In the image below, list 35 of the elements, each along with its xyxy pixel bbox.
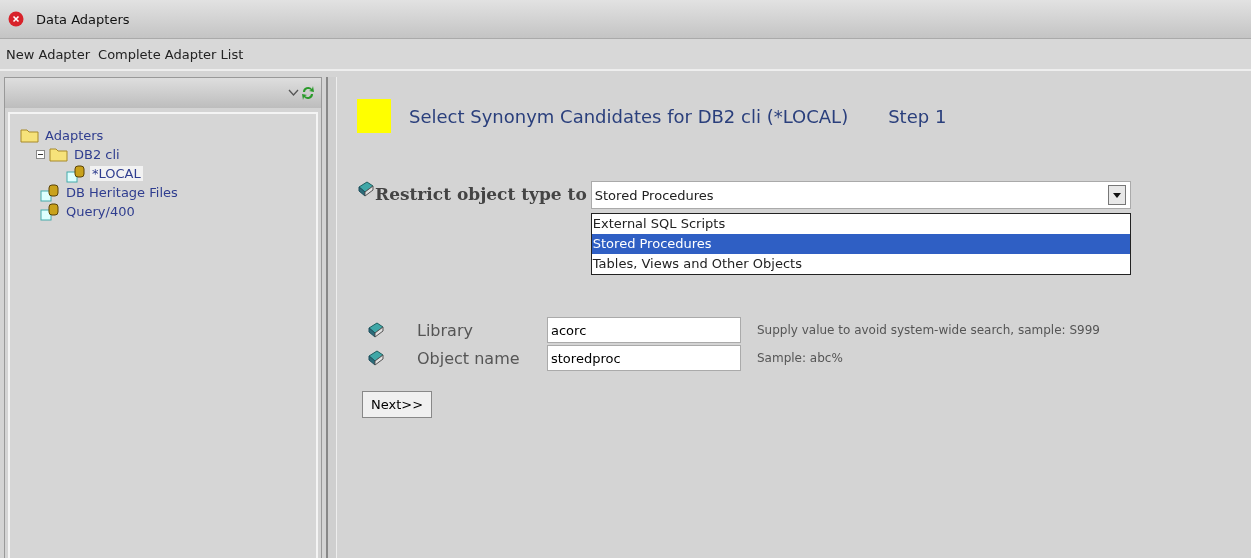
tree-item[interactable]: Adapters: [43, 128, 106, 143]
close-icon[interactable]: [8, 11, 24, 27]
caret-icon: [1112, 192, 1121, 198]
window-title: Data Adapters: [36, 11, 130, 27]
splitter[interactable]: [326, 77, 337, 558]
field-hint: Sample: abc%: [757, 351, 844, 365]
chevron-down-icon[interactable]: [288, 89, 299, 97]
field-label: Restrict object type to: [375, 183, 587, 206]
tree-item[interactable]: DB2 cli: [72, 147, 122, 162]
menu-item[interactable]: Complete Adapter List: [98, 46, 244, 62]
dropdown-option[interactable]: Stored Procedures: [591, 234, 1130, 254]
book-icon: [367, 322, 385, 338]
tree-item[interactable]: DB Heritage Files: [64, 185, 180, 200]
next-button[interactable]: Next>>: [362, 391, 433, 418]
folder-icon: [20, 128, 39, 143]
field-label: Object name: [417, 348, 521, 368]
book-icon: [367, 350, 385, 366]
page-title: Select Synonym Candidates for DB2 cli (*LOCAL): [409, 105, 849, 127]
refresh-icon[interactable]: [301, 85, 315, 101]
step-label: Step 1: [888, 105, 947, 127]
tree-item[interactable]: Query/400: [64, 204, 137, 219]
marker-square: [357, 99, 391, 133]
field-hint: Supply value to avoid system-wide search, sample: S999: [757, 323, 1101, 337]
folder-icon: [49, 147, 68, 162]
menu-item[interactable]: New Adapter: [6, 46, 91, 62]
database-icon: [40, 183, 60, 202]
database-icon: [66, 164, 86, 183]
input-field[interactable]: storedproc: [547, 345, 741, 371]
tree-item[interactable]: *LOCAL: [90, 166, 143, 181]
database-icon: [40, 202, 60, 221]
collapse-icon[interactable]: [36, 150, 45, 159]
book-icon: [357, 181, 375, 197]
input-field[interactable]: acorc: [547, 317, 741, 343]
field-label: Library: [417, 320, 474, 340]
object-type-select[interactable]: Stored Procedures: [590, 181, 1131, 209]
